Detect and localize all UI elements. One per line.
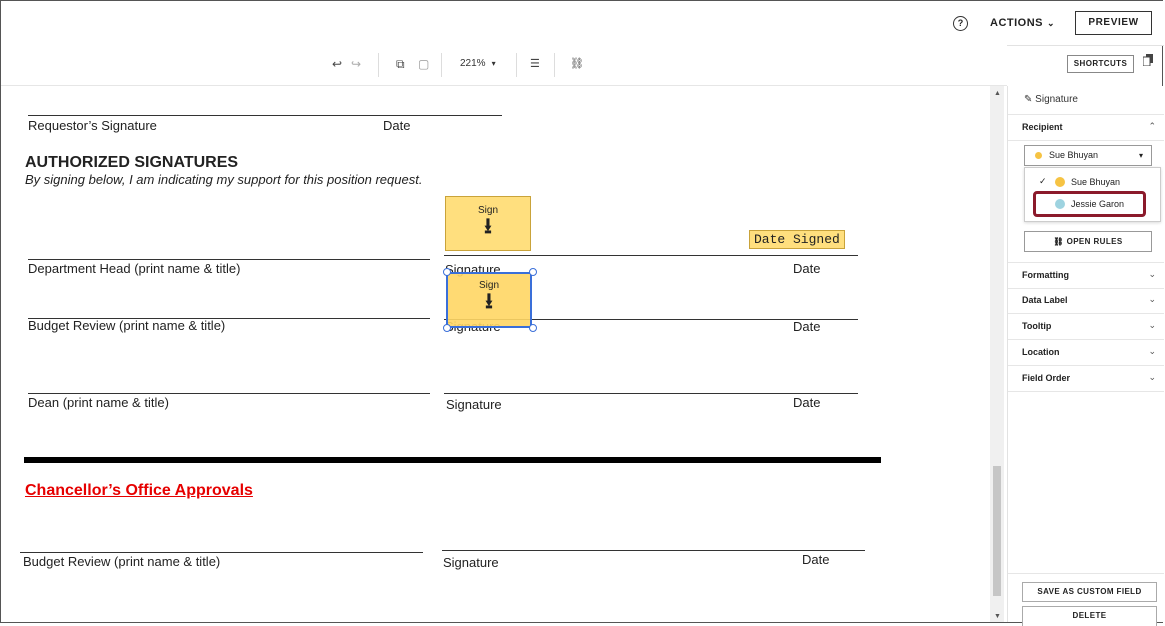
resize-handle[interactable]: [529, 324, 537, 332]
panel-title: ✎ Signature: [1024, 94, 1078, 105]
chevron-down-icon: ⌄: [1148, 372, 1156, 382]
download-arrow-icon: ⭳: [485, 288, 493, 313]
dept-head-signature-line: [444, 255, 858, 256]
authorized-signatures-heading: AUTHORIZED SIGNATURES: [25, 154, 239, 171]
caret-down-icon: ▾: [1138, 151, 1143, 160]
chancellor-heading: Chancellor’s Office Approvals: [25, 482, 253, 499]
scrollbar-thumb[interactable]: [993, 466, 1001, 596]
section-label: Formatting: [1022, 270, 1069, 280]
resize-handle[interactable]: [529, 268, 537, 276]
budget-review2-signature-line: [442, 550, 865, 551]
rules-icon: ⛓: [1053, 237, 1067, 246]
open-rules-button[interactable]: ⛓ OPEN RULES: [1024, 231, 1152, 252]
dean-name-line: [28, 393, 430, 394]
section-field-order[interactable]: Field Order ⌄: [1008, 366, 1164, 392]
dept-head-name-line: [28, 259, 430, 260]
section-divider: [24, 457, 881, 463]
preview-button[interactable]: PREVIEW: [1075, 11, 1152, 35]
authorized-subtitle: By signing below, I am indicating my sup…: [25, 172, 423, 187]
check-icon: ✓: [1039, 176, 1047, 186]
budget-review2-signature-label: Signature: [443, 555, 499, 570]
download-arrow-icon: ⭳: [484, 213, 492, 238]
recipient-color-dot: [1035, 152, 1042, 159]
save-as-custom-field-button[interactable]: SAVE AS CUSTOM FIELD: [1022, 582, 1157, 602]
rules-icon[interactable]: ⛓: [570, 57, 584, 70]
recipient-option[interactable]: ✓ Sue Bhuyan: [1025, 172, 1160, 192]
section-label: Tooltip: [1022, 321, 1052, 331]
date-signed-field[interactable]: Date Signed: [749, 230, 845, 249]
requestor-signature-line: [28, 115, 502, 116]
resize-handle[interactable]: [443, 324, 451, 332]
dean-signature-line: [444, 393, 858, 394]
section-label: Data Label: [1022, 295, 1068, 305]
document-canvas[interactable]: Requestor’s Signature Date AUTHORIZED SI…: [1, 86, 986, 622]
actions-label: ACTIONS: [990, 17, 1043, 29]
chevron-down-icon: ⌄: [1148, 320, 1156, 330]
section-tooltip[interactable]: Tooltip ⌄: [1008, 314, 1164, 340]
resize-handle[interactable]: [443, 268, 451, 276]
document-scrollbar[interactable]: ▲ ▼: [990, 86, 1004, 622]
section-data-label[interactable]: Data Label ⌄: [1008, 288, 1164, 314]
actions-menu[interactable]: ACTIONS ⌄: [990, 17, 1055, 29]
dean-date-label: Date: [793, 395, 821, 410]
budget-review2-label: Budget Review (print name & title): [23, 554, 221, 569]
copy-icon[interactable]: ⧉: [396, 57, 405, 72]
zoom-select[interactable]: 221% ▾: [460, 58, 496, 69]
dean-label: Dean (print name & title): [28, 395, 169, 410]
toolbar-divider: [441, 53, 442, 77]
recipient-option-name: Sue Bhuyan: [1071, 177, 1121, 187]
highlight-box: [1033, 191, 1146, 217]
toolbar-divider: [516, 53, 517, 77]
budget-review-label: Budget Review (print name & title): [28, 318, 226, 333]
chevron-up-icon: ⌃: [1148, 121, 1156, 131]
section-location[interactable]: Location ⌄: [1008, 340, 1164, 366]
panel-title-label: Signature: [1035, 94, 1078, 105]
scroll-up-icon[interactable]: ▲: [994, 90, 1001, 97]
paste-icon[interactable]: ▢: [418, 57, 429, 71]
chevron-down-icon: ⌄: [1148, 294, 1156, 304]
recipient-color-dot: [1055, 177, 1065, 187]
requestor-date-label: Date: [383, 118, 411, 133]
panel-divider: [1008, 573, 1164, 574]
pencil-icon: ✎: [1024, 94, 1033, 105]
shortcuts-button[interactable]: SHORTCUTS: [1067, 55, 1134, 73]
chevron-down-icon: ⌄: [1047, 18, 1056, 28]
recipient-label: Recipient: [1022, 122, 1063, 132]
properties-panel: ✎ Signature Recipient ⌃ Sue Bhuyan ▾ ✓ S…: [1007, 86, 1164, 626]
dept-head-date-label: Date: [793, 261, 821, 276]
zoom-value: 221%: [460, 58, 486, 69]
page-copy-icon[interactable]: [1143, 54, 1153, 66]
toolbar-divider: [554, 53, 555, 77]
delete-button[interactable]: DELETE: [1022, 606, 1157, 626]
dept-head-label: Department Head (print name & title): [28, 261, 241, 276]
requestor-signature-label: Requestor’s Signature: [28, 118, 157, 133]
recipient-selected-name: Sue Bhuyan: [1049, 150, 1099, 160]
section-label: Field Order: [1022, 373, 1071, 383]
open-rules-label: OPEN RULES: [1066, 237, 1123, 246]
budget-review2-date-label: Date: [802, 552, 830, 567]
sign-field-selected[interactable]: Sign ⭳: [446, 272, 532, 328]
recipient-select[interactable]: Sue Bhuyan ▾: [1024, 145, 1152, 166]
section-label: Location: [1022, 347, 1060, 357]
recipient-section-header[interactable]: Recipient ⌃: [1008, 114, 1164, 141]
caret-down-icon: ▾: [491, 59, 496, 68]
scroll-down-icon[interactable]: ▼: [994, 613, 1001, 620]
toolbar-divider: [378, 53, 379, 77]
sign-field[interactable]: Sign ⭳: [445, 196, 531, 251]
editor-toolbar: ↩ ↪ ⧉ ▢ 221% ▾ ☰ ⛓: [1, 45, 1007, 86]
chevron-down-icon: ⌄: [1148, 269, 1156, 279]
help-icon[interactable]: ?: [953, 16, 968, 31]
undo-icon[interactable]: ↩: [332, 57, 342, 71]
comment-icon[interactable]: ☰: [530, 57, 540, 70]
budget-review-date-label: Date: [793, 319, 821, 334]
dean-signature-label: Signature: [446, 397, 502, 412]
budget-review2-name-line: [20, 552, 423, 553]
redo-icon[interactable]: ↪: [351, 57, 361, 71]
section-formatting[interactable]: Formatting ⌄: [1008, 262, 1164, 289]
chevron-down-icon: ⌄: [1148, 346, 1156, 356]
